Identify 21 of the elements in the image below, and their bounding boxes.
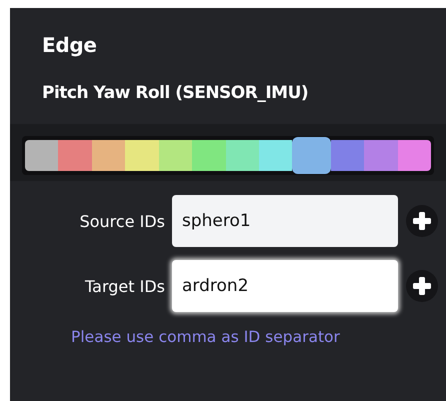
panel-subtitle: Pitch Yaw Roll (SENSOR_IMU)	[41, 82, 310, 103]
color-swatch[interactable]	[258, 140, 292, 170]
hint-text: Please use comma as ID separator	[70, 327, 341, 346]
color-swatch[interactable]	[398, 140, 432, 170]
color-swatch[interactable]	[158, 140, 192, 170]
color-swatch[interactable]	[125, 140, 159, 170]
input-field[interactable]: ardron2	[172, 260, 398, 312]
color-swatch[interactable]	[364, 140, 398, 170]
add-icon[interactable]	[406, 205, 438, 237]
panel-title: Edge	[41, 32, 98, 57]
field-label: Source IDs	[78, 212, 165, 230]
add-icon[interactable]	[406, 270, 438, 302]
input-field[interactable]: sphero1	[172, 195, 398, 247]
color-swatch[interactable]	[192, 140, 226, 170]
color-swatch[interactable]	[25, 140, 58, 170]
color-swatch[interactable]	[292, 136, 331, 174]
color-swatch[interactable]	[226, 140, 259, 170]
color-swatch[interactable]	[330, 140, 364, 170]
color-swatch[interactable]	[58, 140, 92, 170]
field-label: Target IDs	[84, 276, 165, 296]
color-swatch[interactable]	[92, 140, 126, 170]
